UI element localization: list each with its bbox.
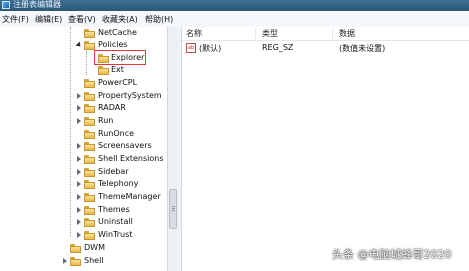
table-row[interactable]: ab (默认) REG_SZ (数值未设置)	[182, 42, 469, 54]
tree-node-label: Screensavers	[98, 141, 152, 150]
expand-arrow-icon[interactable]	[76, 207, 82, 213]
expand-arrow-icon[interactable]	[76, 181, 82, 187]
expand-arrow-icon[interactable]	[76, 118, 82, 124]
folder-icon	[84, 29, 95, 38]
tree-node-label: PowerCPL	[98, 78, 138, 87]
folder-icon	[84, 180, 95, 189]
folder-icon	[84, 168, 95, 177]
expand-arrow-icon[interactable]	[76, 219, 82, 225]
scrollbar-thumb[interactable]	[169, 189, 177, 229]
tree-node-label: Policies	[98, 40, 128, 49]
folder-icon	[84, 104, 95, 113]
column-header-type[interactable]: 类型	[262, 28, 278, 39]
tree-node-label: RADAR	[98, 103, 126, 112]
expand-arrow-icon[interactable]	[76, 232, 82, 238]
folder-icon	[84, 117, 95, 126]
column-header-data[interactable]: 数据	[339, 28, 355, 39]
expand-arrow-icon[interactable]	[76, 194, 82, 200]
collapse-arrow-icon[interactable]	[76, 42, 82, 48]
folder-icon	[84, 155, 95, 164]
expand-arrow-icon[interactable]	[76, 156, 82, 162]
expand-arrow-icon[interactable]	[76, 169, 82, 175]
folder-icon	[84, 79, 95, 88]
tree-node-label: PropertySystem	[98, 91, 162, 100]
menu-favorites[interactable]: 收藏夹(A)	[102, 14, 138, 25]
tree-node-label: WinTrust	[98, 230, 133, 239]
highlight-box	[94, 50, 146, 65]
folder-icon	[84, 142, 95, 151]
list-header: 名称 类型 数据	[182, 27, 469, 41]
tree-guide-line	[70, 27, 71, 237]
folder-icon	[84, 130, 95, 139]
window-title: 注册表编辑器	[13, 0, 61, 9]
grip-icon	[172, 206, 175, 207]
folder-icon	[84, 231, 95, 240]
menu-view[interactable]: 查看(V)	[68, 14, 96, 25]
tree-node-label: Themes	[98, 205, 130, 214]
tree-node-label: Shell	[84, 256, 104, 265]
tree-guide-line	[86, 51, 87, 75]
tree-node-label: RunOnce	[98, 129, 135, 138]
tree-node-label: DWM	[84, 243, 105, 252]
tree-node-label: Telephony	[98, 179, 139, 188]
folder-icon	[84, 193, 95, 202]
watermark: 头条 @电脑城蜂哥2020	[332, 248, 452, 261]
folder-icon	[98, 66, 109, 75]
tree-scrollbar[interactable]	[167, 27, 178, 271]
tree-node-label: Sidebar	[98, 167, 129, 176]
grip-icon	[172, 208, 175, 209]
values-list: 名称 类型 数据 ab (默认) REG_SZ (数值未设置)	[182, 27, 469, 271]
expand-arrow-icon[interactable]	[76, 105, 82, 111]
tree-node-label: Shell Extensions	[98, 154, 164, 163]
value-type: REG_SZ	[262, 43, 294, 52]
column-divider[interactable]	[332, 28, 333, 39]
value-name: (默认)	[199, 44, 222, 53]
folder-icon	[84, 206, 95, 215]
tree-node-label: Run	[98, 116, 114, 125]
string-value-icon: ab	[186, 43, 196, 53]
column-header-name[interactable]: 名称	[186, 28, 202, 39]
menu-file[interactable]: 文件(F)	[2, 14, 29, 25]
column-divider[interactable]	[255, 28, 256, 39]
tree-node-label: Uninstall	[98, 217, 133, 226]
folder-icon	[84, 92, 95, 101]
folder-open-icon	[84, 41, 95, 50]
menu-edit[interactable]: 编辑(E)	[35, 14, 62, 25]
tree-node-label: NetCache	[98, 28, 137, 37]
menu-bar: 文件(F) 编辑(E) 查看(V) 收藏夹(A) 帮助(H)	[0, 11, 469, 28]
tree-node-label: Ext	[111, 65, 124, 74]
expand-arrow-icon[interactable]	[76, 93, 82, 99]
expand-arrow-icon[interactable]	[62, 258, 68, 264]
folder-icon	[84, 218, 95, 227]
grip-icon	[172, 210, 175, 211]
regedit-app-icon	[2, 1, 10, 9]
menu-help[interactable]: 帮助(H)	[145, 14, 173, 25]
title-bar: 注册表编辑器	[0, 0, 469, 11]
folder-icon	[70, 257, 81, 266]
value-data: (数值未设置)	[339, 44, 386, 53]
tree-node-label: ThemeManager	[98, 192, 161, 201]
expand-arrow-icon[interactable]	[76, 143, 82, 149]
folder-icon	[70, 244, 81, 253]
